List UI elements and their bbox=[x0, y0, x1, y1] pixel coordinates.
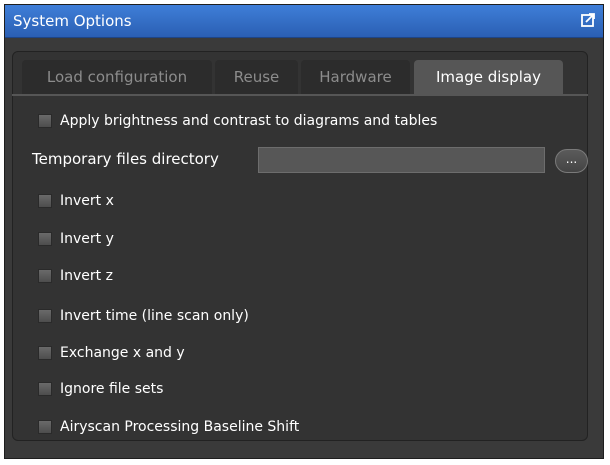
invert-x-label: Invert x bbox=[60, 193, 114, 209]
ignore-file-sets-label: Ignore file sets bbox=[60, 381, 164, 397]
apply-brightness-checkbox[interactable] bbox=[38, 114, 52, 128]
invert-x-checkbox[interactable] bbox=[38, 194, 52, 208]
temp-dir-label: Temporary files directory bbox=[32, 150, 219, 168]
invert-time-label: Invert time (line scan only) bbox=[60, 308, 249, 324]
undock-icon[interactable] bbox=[579, 11, 597, 29]
temp-dir-input[interactable] bbox=[258, 147, 545, 173]
tab-image-display[interactable]: Image display bbox=[414, 60, 563, 94]
invert-y-checkbox[interactable] bbox=[38, 232, 52, 246]
invert-time-checkbox[interactable] bbox=[38, 309, 52, 323]
tab-load-configuration[interactable]: Load configuration bbox=[22, 60, 212, 94]
tab-underline bbox=[12, 94, 588, 96]
browse-button[interactable]: ... bbox=[555, 149, 588, 173]
tab-reuse[interactable]: Reuse bbox=[215, 60, 298, 94]
apply-brightness-label: Apply brightness and contrast to diagram… bbox=[60, 113, 438, 129]
tab-hardware[interactable]: Hardware bbox=[301, 60, 410, 94]
invert-y-label: Invert y bbox=[60, 231, 114, 247]
option-apply-brightness: Apply brightness and contrast to diagram… bbox=[38, 110, 437, 132]
airyscan-shift-checkbox[interactable] bbox=[38, 420, 52, 434]
invert-z-label: Invert z bbox=[60, 268, 113, 284]
ignore-file-sets-checkbox[interactable] bbox=[38, 382, 52, 396]
option-invert-z: Invert z bbox=[38, 265, 113, 287]
option-ignore-file-sets: Ignore file sets bbox=[38, 378, 163, 400]
option-invert-x: Invert x bbox=[38, 190, 114, 212]
exchange-xy-checkbox[interactable] bbox=[38, 346, 52, 360]
exchange-xy-label: Exchange x and y bbox=[60, 345, 185, 361]
airyscan-shift-label: Airyscan Processing Baseline Shift bbox=[60, 419, 300, 435]
option-invert-time: Invert time (line scan only) bbox=[38, 305, 249, 327]
option-airyscan-shift: Airyscan Processing Baseline Shift bbox=[38, 416, 299, 438]
invert-z-checkbox[interactable] bbox=[38, 269, 52, 283]
window-title: System Options bbox=[13, 12, 132, 30]
option-invert-y: Invert y bbox=[38, 228, 114, 250]
option-exchange-xy: Exchange x and y bbox=[38, 342, 185, 364]
title-bar: System Options bbox=[5, 5, 603, 38]
